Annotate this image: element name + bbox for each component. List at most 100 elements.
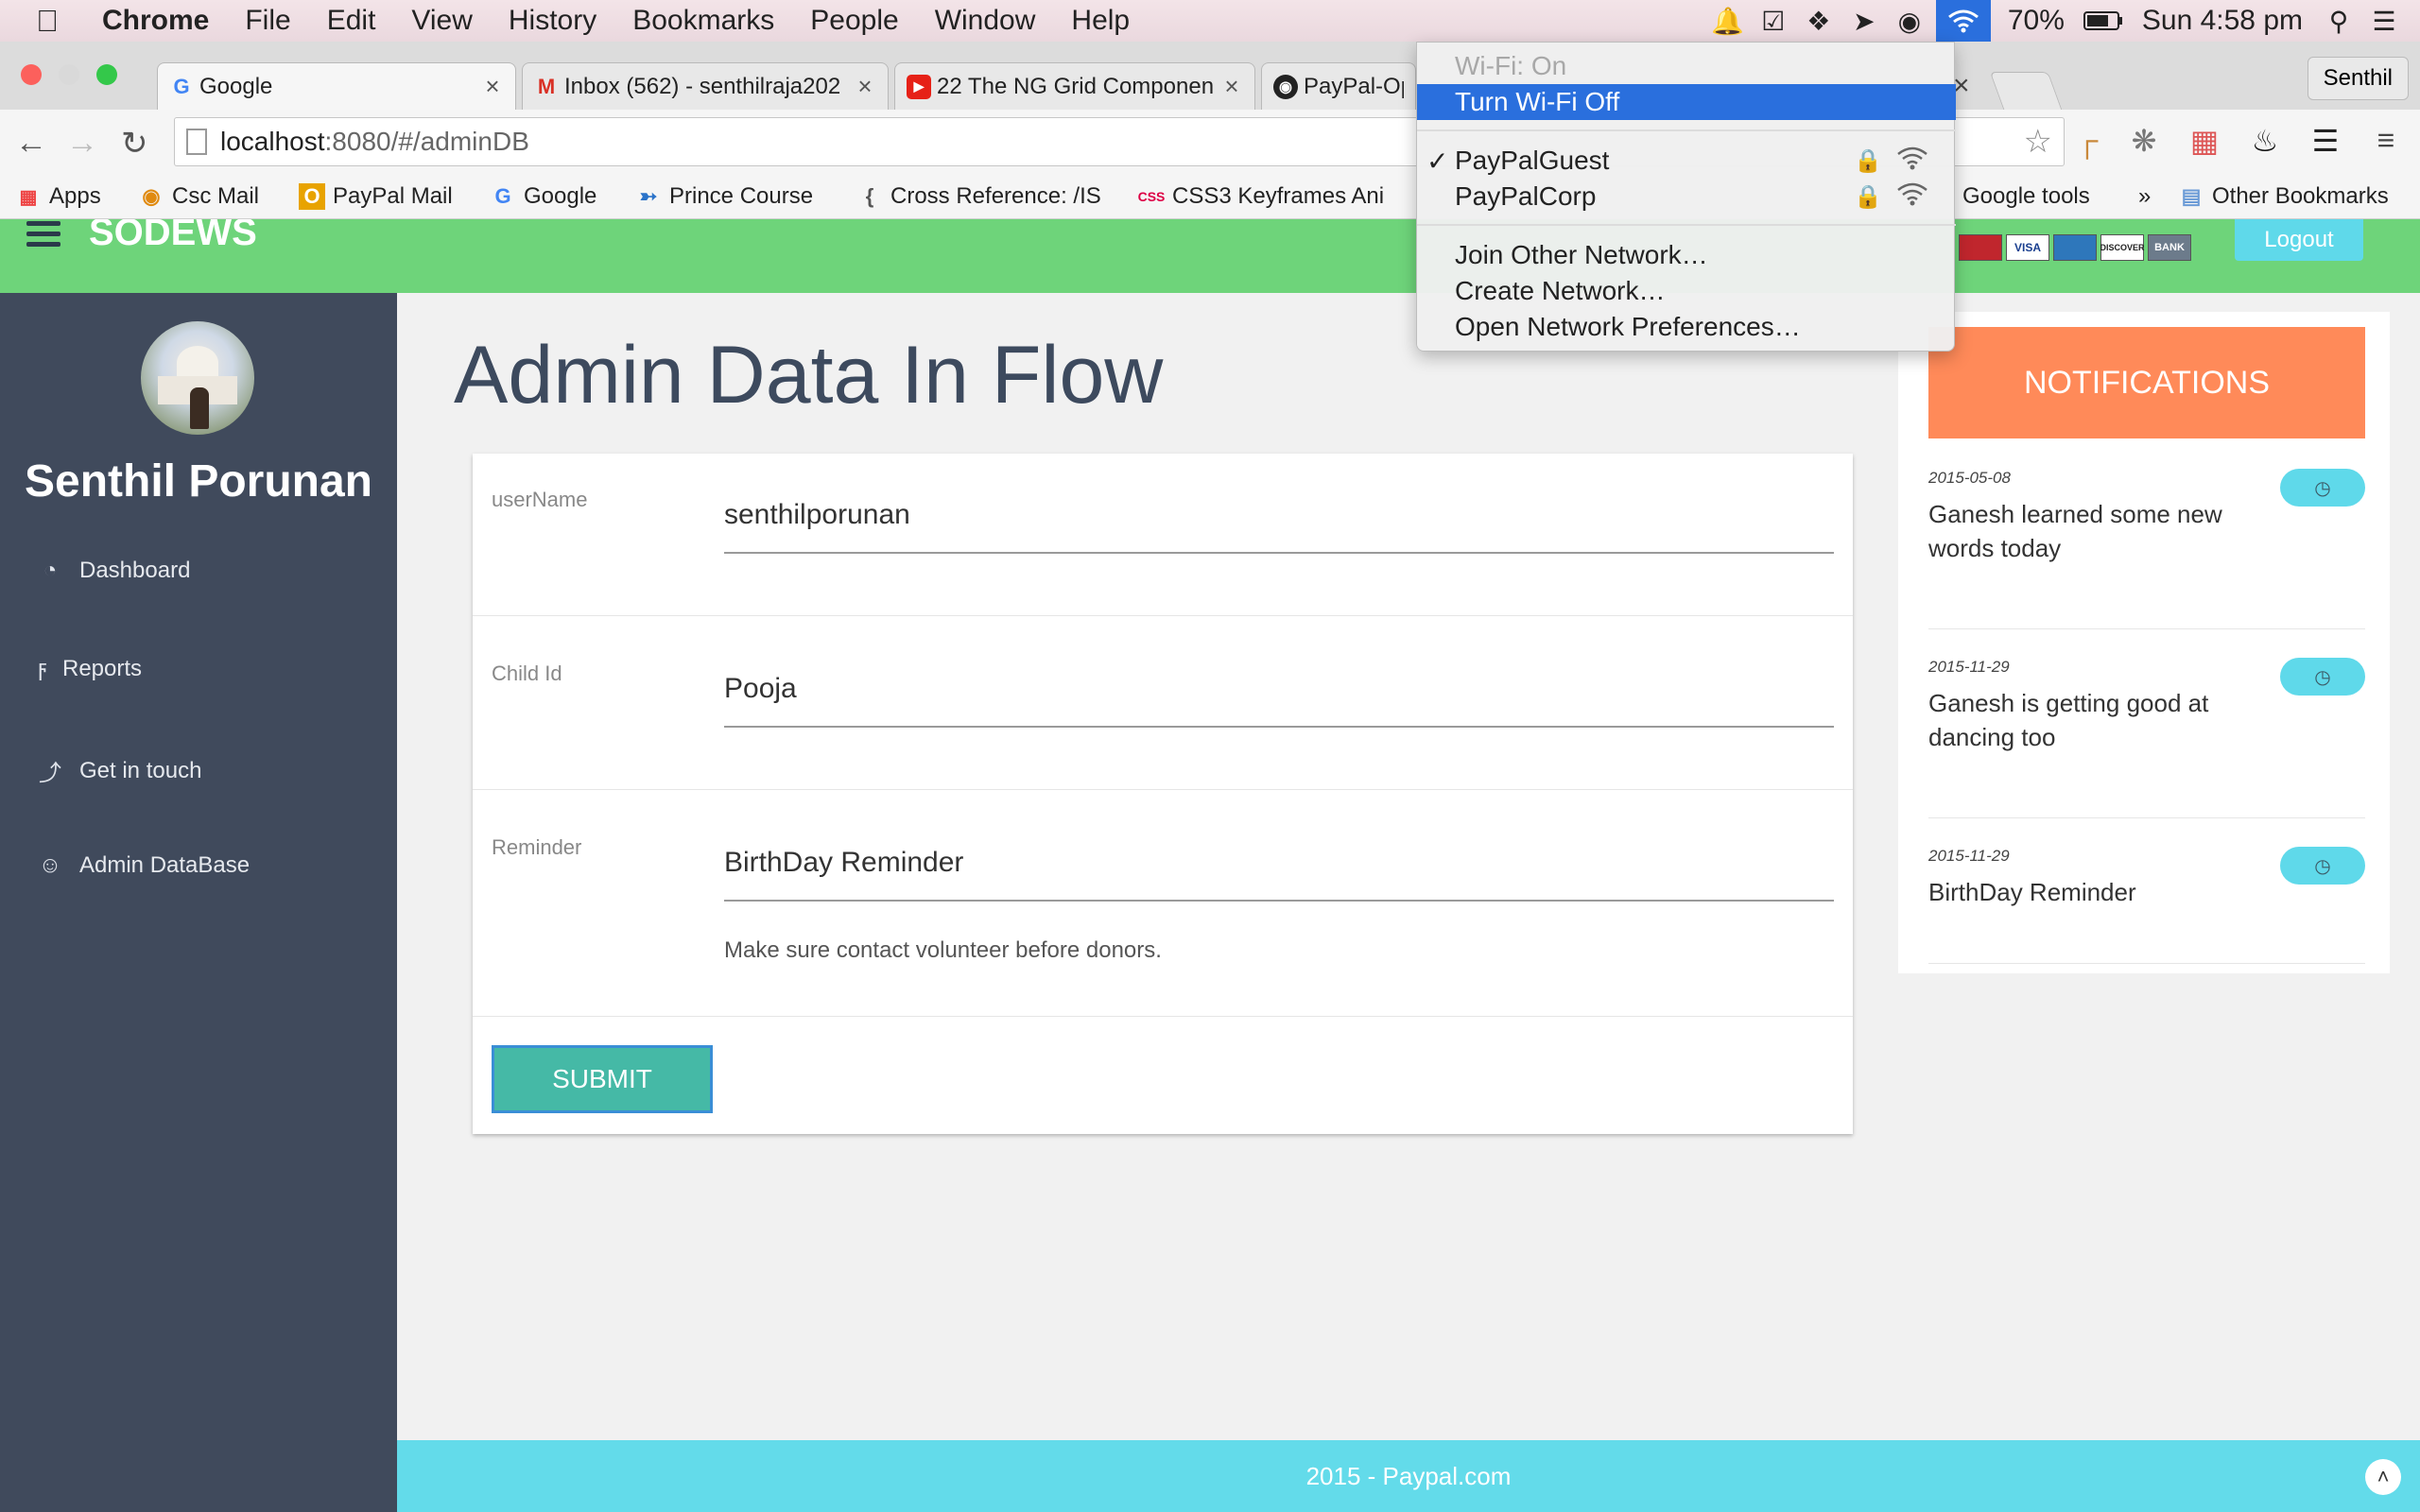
tab-gmail[interactable]: M Inbox (562) - senthilraja202 × bbox=[522, 62, 889, 110]
app-header: SODEWS VISA DISCOVER BANK Logout bbox=[0, 219, 2420, 293]
notification-item[interactable]: 2015-05-08 Ganesh learned some new words… bbox=[1928, 469, 2365, 629]
eye-icon[interactable]: ◉ bbox=[1891, 2, 1928, 40]
child-id-field[interactable]: Pooja bbox=[724, 673, 1834, 728]
open-network-preferences-item[interactable]: Open Network Preferences… bbox=[1417, 309, 1956, 345]
tab-title: PayPal-Op bbox=[1304, 73, 1404, 99]
dropbox-icon[interactable]: ❖ bbox=[1800, 2, 1838, 40]
apple-icon[interactable]:  bbox=[36, 4, 74, 39]
payment-cards: VISA DISCOVER BANK bbox=[1959, 234, 2191, 261]
brace-icon: { bbox=[865, 184, 874, 208]
menu-window[interactable]: Window bbox=[935, 5, 1036, 37]
tab-title: Google bbox=[199, 73, 273, 99]
menu-help[interactable]: Help bbox=[1071, 5, 1130, 37]
reminder-field[interactable]: BirthDay Reminder bbox=[724, 847, 1834, 902]
outlook-icon: O bbox=[299, 183, 325, 210]
bookmark-prince-course[interactable]: ➳ Prince Course bbox=[635, 183, 813, 210]
bookmarks-overflow-chevron[interactable]: » bbox=[2138, 183, 2151, 210]
menu-bookmarks[interactable]: Bookmarks bbox=[632, 5, 774, 37]
notification-item[interactable]: 2015-11-29 Ganesh is getting good at dan… bbox=[1928, 658, 2365, 818]
tab-youtube[interactable]: ▶ 22 The NG Grid Componen × bbox=[894, 62, 1255, 110]
tab-google[interactable]: G Google × bbox=[157, 62, 516, 110]
sidebar-item-dashboard[interactable]: ◔ Dashboard bbox=[36, 558, 191, 584]
menu-app-name[interactable]: Chrome bbox=[102, 5, 209, 37]
scroll-to-top-chevron-icon[interactable]: ˄ bbox=[2365, 1459, 2401, 1495]
bookmark-css3-keyframes[interactable]: CSS CSS3 Keyframes Ani bbox=[1138, 183, 1399, 210]
clock-icon[interactable]: ◷ bbox=[2280, 469, 2365, 507]
close-tab-icon[interactable]: × bbox=[854, 72, 876, 101]
extension-ruler-icon[interactable]: ┌ bbox=[2068, 123, 2106, 161]
bookmark-csc-mail[interactable]: ◉ Csc Mail bbox=[138, 183, 259, 210]
menu-people[interactable]: People bbox=[810, 5, 898, 37]
bookmark-star-icon[interactable]: ☆ bbox=[2024, 123, 2052, 161]
location-icon[interactable]: ➤ bbox=[1845, 2, 1883, 40]
chrome-menu-icon[interactable]: ≡ bbox=[2367, 123, 2405, 161]
battery-icon[interactable] bbox=[2082, 2, 2125, 40]
new-tab-button[interactable] bbox=[1989, 72, 2063, 110]
zoom-window-button[interactable] bbox=[96, 64, 117, 85]
logout-button[interactable]: Logout bbox=[2235, 219, 2363, 261]
notification-center-icon[interactable]: ☰ bbox=[2365, 2, 2403, 40]
notification-item[interactable]: 2015-11-29 BirthDay Reminder ◷ bbox=[1928, 847, 2365, 964]
extension-calendar-icon[interactable]: ▦ bbox=[2186, 123, 2223, 161]
menubar-clock[interactable]: Sun 4:58 pm bbox=[2142, 5, 2303, 37]
sidebar-item-get-in-touch[interactable]: ⤴ Get in touch bbox=[36, 754, 201, 787]
close-tab-icon[interactable]: × bbox=[1220, 72, 1243, 101]
menu-file[interactable]: File bbox=[245, 5, 290, 37]
wifi-icon[interactable] bbox=[1935, 0, 1991, 42]
bookmark-label: PayPal Mail bbox=[333, 183, 453, 209]
bookmark-google-tools[interactable]: Google tools bbox=[1962, 183, 2090, 210]
network-name: PayPalGuest bbox=[1455, 146, 1610, 175]
brand-logo[interactable]: SODEWS bbox=[89, 219, 257, 254]
sidebar-item-admin-database[interactable]: ☺ Admin DataBase bbox=[36, 852, 250, 879]
network-paypalcorp[interactable]: PayPalCorp 🔒 bbox=[1417, 179, 1956, 215]
csc-icon: ◉ bbox=[142, 184, 161, 208]
css3-icon: CSS bbox=[1138, 189, 1166, 204]
bookmark-other-bookmarks[interactable]: ▤ Other Bookmarks bbox=[2178, 183, 2389, 210]
extension-bug-icon[interactable]: ❋ bbox=[2125, 123, 2163, 161]
menu-history[interactable]: History bbox=[509, 5, 596, 37]
menu-edit[interactable]: Edit bbox=[327, 5, 376, 37]
menu-hamburger-icon[interactable] bbox=[26, 221, 60, 251]
wifi-signal-icon bbox=[1895, 146, 1929, 177]
tab-strip: G Google × M Inbox (562) - senthilraja20… bbox=[0, 42, 2420, 110]
bookmark-cross-reference[interactable]: { Cross Reference: /IS bbox=[856, 183, 1106, 210]
notifications-panel: NOTIFICATIONS 2015-05-08 Ganesh learned … bbox=[1898, 312, 2390, 973]
close-window-button[interactable] bbox=[21, 64, 42, 85]
menu-view[interactable]: View bbox=[411, 5, 472, 37]
profile-button[interactable]: Senthil bbox=[2307, 57, 2409, 100]
spotlight-search-icon[interactable]: ⚲ bbox=[2320, 2, 2358, 40]
extension-filter-icon[interactable]: ☰ bbox=[2307, 123, 2344, 161]
wifi-signal-icon bbox=[1895, 181, 1929, 213]
back-arrow-icon[interactable]: ← bbox=[15, 125, 47, 162]
footer-text[interactable]: 2015 - Paypal.com bbox=[1306, 1462, 1512, 1491]
clock-icon[interactable]: ◷ bbox=[2280, 658, 2365, 696]
tab-title: Inbox (562) - senthilraja202 bbox=[564, 73, 841, 99]
reload-icon[interactable]: ↻ bbox=[121, 125, 148, 163]
clock-icon[interactable]: ◷ bbox=[2280, 847, 2365, 885]
bookmark-apps[interactable]: ▦ Apps bbox=[15, 183, 101, 210]
minimize-window-button[interactable] bbox=[59, 64, 79, 85]
bank-icon: BANK bbox=[2148, 234, 2191, 261]
tasks-icon[interactable]: ☑ bbox=[1754, 2, 1792, 40]
forward-arrow-icon[interactable]: → bbox=[66, 125, 98, 162]
bookmark-google[interactable]: G Google bbox=[490, 183, 596, 210]
submit-button[interactable]: SUBMIT bbox=[492, 1045, 713, 1113]
notification-bell-icon[interactable]: 🔔 bbox=[1709, 2, 1747, 40]
notification-text: Ganesh learned some new words today bbox=[1928, 500, 2222, 562]
sidebar: Senthil Porunan ◔ Dashboard ϝ Reports ⤴ … bbox=[0, 293, 397, 1512]
network-paypalguest[interactable]: ✓ PayPalGuest 🔒 bbox=[1417, 143, 1956, 179]
create-network-item[interactable]: Create Network… bbox=[1417, 273, 1956, 309]
join-other-network-item[interactable]: Join Other Network… bbox=[1417, 237, 1956, 273]
page-icon bbox=[186, 129, 207, 155]
avatar[interactable] bbox=[141, 321, 254, 435]
close-tab-icon[interactable]: × bbox=[481, 72, 504, 101]
sidebar-item-reports[interactable]: ϝ Reports bbox=[36, 656, 142, 682]
extension-flame-icon[interactable]: ♨ bbox=[2246, 123, 2284, 161]
menu-divider bbox=[1417, 224, 1956, 226]
turn-wifi-off-item[interactable]: Turn Wi-Fi Off bbox=[1417, 84, 1956, 120]
bookmark-paypal-mail[interactable]: O PayPal Mail bbox=[299, 183, 453, 210]
username-field[interactable]: senthilporunan bbox=[724, 499, 1834, 554]
tab-github[interactable]: ◉ PayPal-Op bbox=[1261, 62, 1416, 110]
form-row-reminder: Reminder BirthDay Reminder Make sure con… bbox=[473, 790, 1853, 1017]
bookmark-label: Cross Reference: /IS bbox=[890, 183, 1101, 209]
